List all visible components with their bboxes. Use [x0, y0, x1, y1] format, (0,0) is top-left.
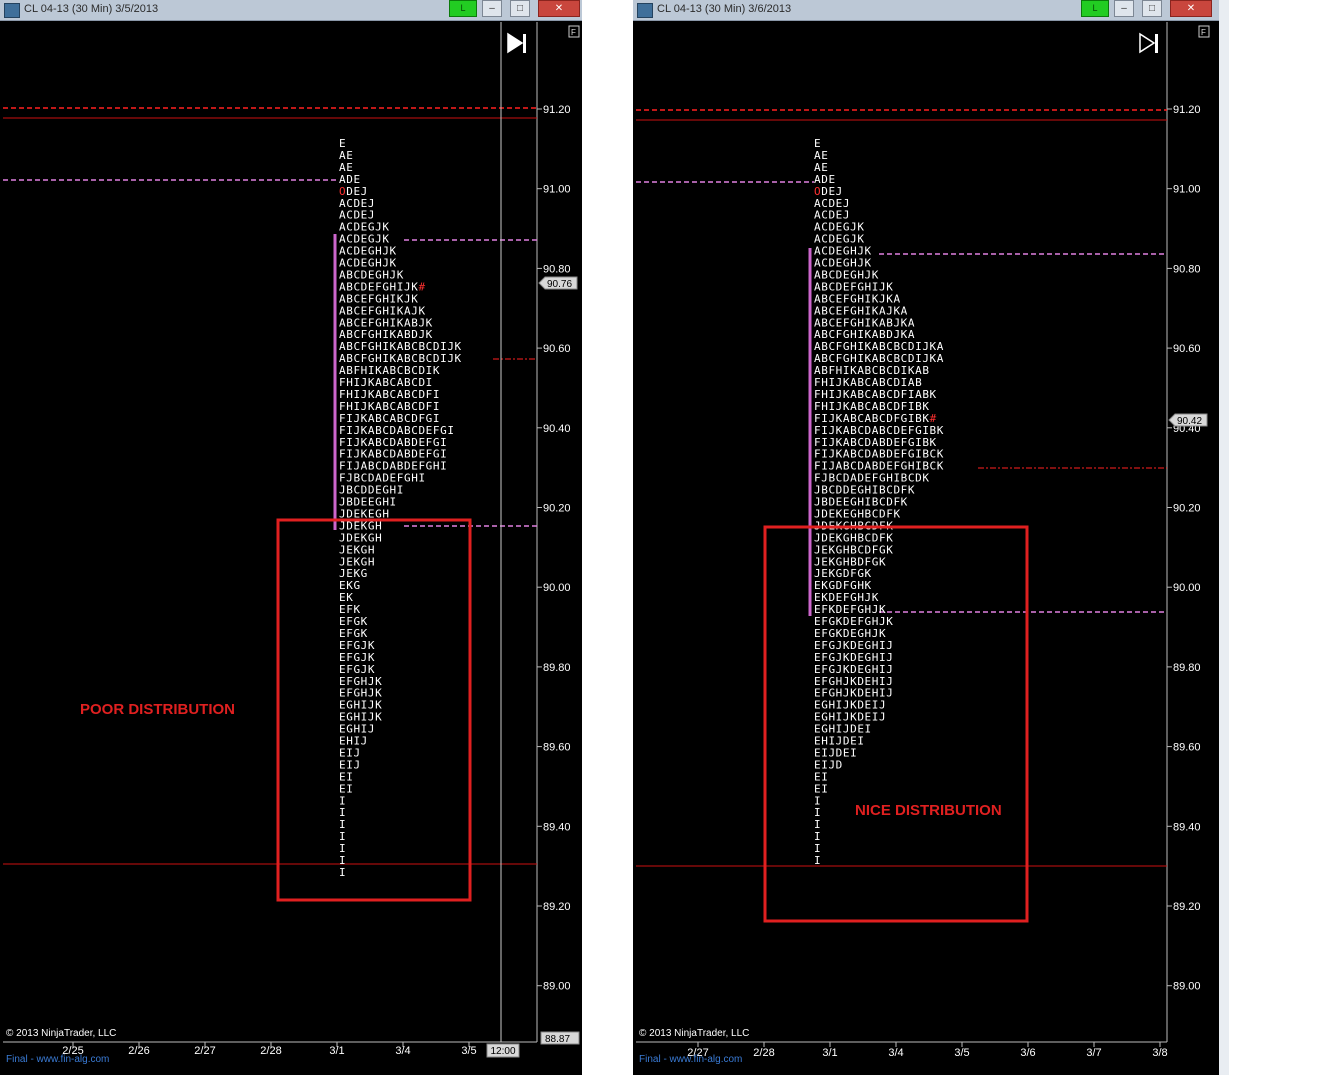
window-title: CL 04-13 (30 Min) 3/5/2013 — [24, 3, 159, 15]
close-button[interactable]: ✕ — [538, 0, 580, 17]
minimize-button[interactable]: – — [482, 0, 502, 17]
low-price-label: 88.87 — [545, 1034, 570, 1045]
price-tick-label: 90.00 — [543, 582, 571, 594]
date-tick-label: 3/5 — [954, 1047, 969, 1059]
price-tick-label: 90.00 — [1173, 582, 1201, 594]
scroll-end-icon-bar — [523, 34, 526, 53]
f-button-label: F — [1201, 28, 1206, 37]
price-tick-label: 89.20 — [543, 901, 571, 913]
price-tick-label: 90.20 — [1173, 503, 1201, 515]
scroll-end-icon-bar — [1155, 34, 1158, 53]
annotation-label: POOR DISTRIBUTION — [80, 701, 235, 718]
minimize-button[interactable]: – — [1114, 0, 1134, 17]
date-tick-label: 2/28 — [753, 1047, 774, 1059]
tpo-chart-left[interactable]: F 91.20 91.00 90.80 90.60 90.40 90.20 90.00 89.8… — [3, 22, 581, 1075]
window-title: CL 04-13 (30 Min) 3/6/2013 — [657, 3, 792, 15]
date-tick-label: 2/28 — [260, 1045, 281, 1057]
copyright-text: © 2013 NinjaTrader, LLC — [6, 1028, 116, 1039]
app-icon — [4, 3, 20, 18]
price-tick-label: 89.20 — [1173, 901, 1201, 913]
time-marker-label: 12:00 — [490, 1046, 515, 1057]
close-button[interactable]: ✕ — [1170, 0, 1212, 17]
date-tick-label: 2/27 — [194, 1045, 215, 1057]
title-bar-left[interactable]: CL 04-13 (30 Min) 3/5/2013 L – □ ✕ — [0, 0, 582, 21]
price-tick-label: 89.80 — [543, 662, 571, 674]
price-tick-label: 91.00 — [1173, 184, 1201, 196]
chart-background — [636, 22, 1218, 1075]
price-tick-label: 89.60 — [1173, 742, 1201, 754]
date-tick-label: 3/1 — [822, 1047, 837, 1059]
last-price-label: 90.42 — [1177, 416, 1202, 427]
maximize-button[interactable]: □ — [1142, 0, 1162, 17]
tpo-profile-row: I — [339, 866, 346, 879]
date-tick-label: 3/4 — [888, 1047, 903, 1059]
price-tick-label: 90.60 — [543, 343, 571, 355]
tpo-chart-right[interactable]: F91.2091.0090.8090.6090.4090.2090.0089.8… — [636, 22, 1218, 1075]
date-tick-label: 3/8 — [1152, 1047, 1167, 1059]
price-tick-label: 89.40 — [1173, 821, 1201, 833]
price-tick-label: 89.80 — [1173, 662, 1201, 674]
window-gap — [582, 0, 633, 1075]
price-tick-label: 90.80 — [1173, 263, 1201, 275]
link-button[interactable]: L — [449, 0, 477, 17]
date-tick-label: 3/6 — [1020, 1047, 1035, 1059]
app-icon — [637, 3, 653, 18]
price-tick-label: 90.20 — [543, 503, 571, 515]
annotation-label: NICE DISTRIBUTION — [855, 802, 1002, 819]
copyright-text: © 2013 NinjaTrader, LLC — [639, 1028, 749, 1039]
last-price-label: 90.76 — [547, 279, 572, 290]
title-bar-right[interactable]: CL 04-13 (30 Min) 3/6/2013 L – □ ✕ — [633, 0, 1229, 21]
chart-window-left[interactable]: CL 04-13 (30 Min) 3/5/2013 L – □ ✕ F 91.2… — [0, 0, 582, 1075]
price-tick-label: 89.00 — [1173, 981, 1201, 993]
footer-text: Final - www.fin-alg.com — [6, 1054, 109, 1065]
date-tick-label: 3/7 — [1086, 1047, 1101, 1059]
date-tick-label: 2/26 — [128, 1045, 149, 1057]
price-tick-label: 89.40 — [543, 821, 571, 833]
price-tick-label: 89.00 — [543, 981, 571, 993]
price-tick-label: 89.60 — [543, 742, 571, 754]
date-tick-label: 3/4 — [395, 1045, 410, 1057]
window-border-right — [1219, 0, 1229, 1075]
tpo-profile-row: I — [814, 854, 821, 867]
price-tick-label: 90.40 — [543, 423, 571, 435]
link-button[interactable]: L — [1081, 0, 1109, 17]
price-tick-label: 91.20 — [1173, 104, 1201, 116]
footer-text: Final - www.fin-alg.com — [639, 1054, 742, 1065]
price-tick-label: 90.80 — [543, 263, 571, 275]
chart-window-right[interactable]: CL 04-13 (30 Min) 3/6/2013 L – □ ✕ F 91.2… — [633, 0, 1229, 1075]
date-tick-label: 3/1 — [329, 1045, 344, 1057]
maximize-button[interactable]: □ — [510, 0, 530, 17]
price-tick-label: 90.60 — [1173, 343, 1201, 355]
date-tick-label: 3/5 — [461, 1045, 476, 1057]
price-tick-label: 91.00 — [543, 184, 571, 196]
f-button-label: F — [571, 28, 576, 37]
price-tick-label: 91.20 — [543, 104, 571, 116]
